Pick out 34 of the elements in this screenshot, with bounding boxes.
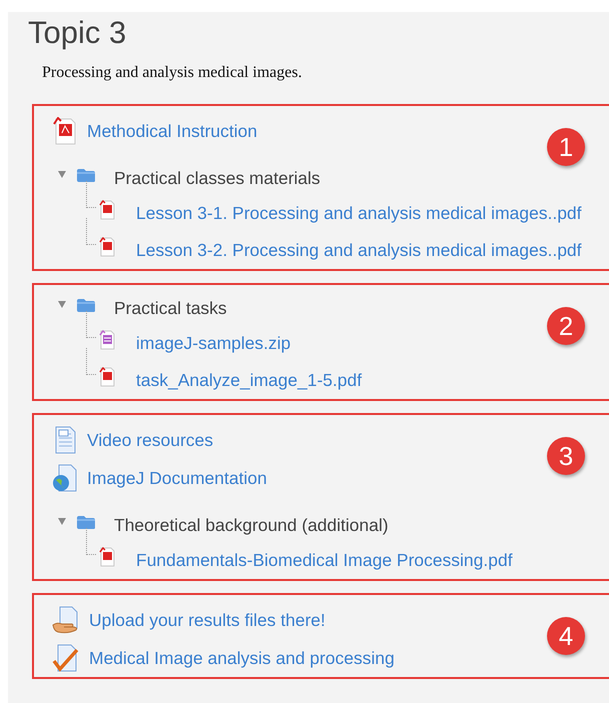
folder-icon [76, 514, 96, 530]
resource-link[interactable]: Medical Image analysis and processing [89, 648, 394, 669]
hand-document-icon [52, 606, 80, 634]
folder-name[interactable]: Theoretical background (additional) [114, 514, 388, 536]
folder-name[interactable]: Practical classes materials [114, 168, 320, 189]
pdf-file-icon [52, 117, 78, 146]
number-badge: 3 [547, 437, 585, 476]
pdf-file-icon [98, 200, 116, 220]
pdf-file-icon [98, 236, 116, 257]
file-link[interactable]: Lesson 3-2. Processing and analysis medical images..pdf [136, 240, 582, 262]
topic-title: Topic 3 [28, 16, 128, 50]
resource-link[interactable]: Methodical Instruction [87, 120, 258, 142]
checkmark-document-icon [52, 644, 80, 672]
file-link[interactable]: Fundamentals-Biomedical Image Processing.pdf [136, 550, 512, 572]
folder-icon [76, 168, 96, 183]
file-link[interactable]: imageJ-samples.zip [136, 333, 291, 354]
resource-link[interactable]: Video resources [87, 430, 214, 451]
folder-icon [76, 298, 96, 313]
topic-summary: Processing and analysis medical images. [42, 64, 303, 82]
folder-name[interactable]: Practical tasks [114, 298, 227, 319]
file-link[interactable]: task_Analyze_image_1-5.pdf [136, 370, 362, 392]
pdf-file-icon [98, 546, 116, 567]
file-link[interactable]: Lesson 3-1. Processing and analysis medical images..pdf [136, 203, 582, 224]
expand-triangle-icon[interactable] [58, 518, 66, 525]
expand-triangle-icon[interactable] [58, 170, 66, 178]
number-badge: 2 [547, 307, 585, 346]
globe-document-icon [52, 464, 78, 492]
expand-triangle-icon[interactable] [58, 300, 66, 308]
resource-link[interactable]: Upload your results files there! [89, 610, 326, 631]
resource-link[interactable]: ImageJ Documentation [87, 468, 267, 489]
archive-file-icon [98, 330, 116, 350]
number-badge: 1 [547, 128, 585, 166]
pdf-file-icon [98, 366, 116, 387]
number-badge: 4 [547, 617, 585, 656]
